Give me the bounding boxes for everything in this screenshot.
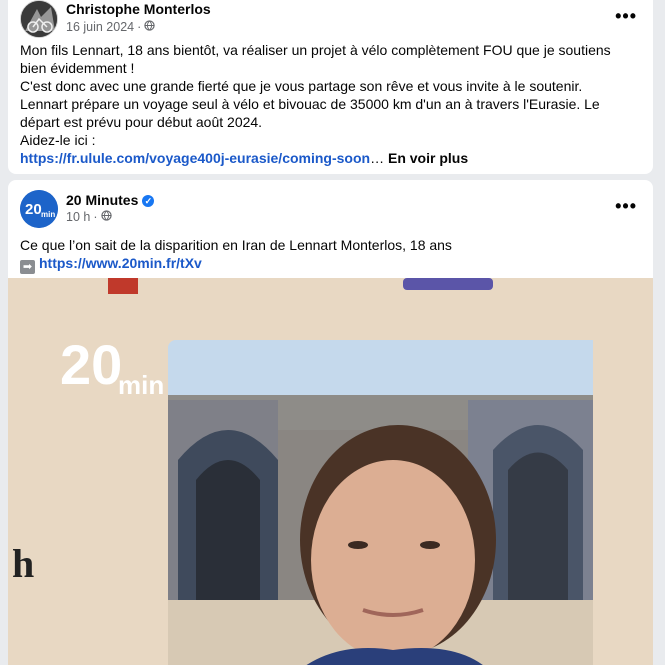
- globe-icon: [144, 20, 155, 34]
- text-line: Lennart prépare un voyage seul à vélo et…: [20, 96, 600, 112]
- right-arrow-icon: ➡: [20, 260, 35, 274]
- text-line: départ est prévu pour début août 2024.: [20, 114, 263, 130]
- post-meta: 10 h ·: [66, 210, 112, 224]
- verified-badge-icon: ✓: [142, 195, 155, 207]
- more-options-icon[interactable]: •••: [615, 6, 637, 27]
- author-avatar[interactable]: [20, 0, 58, 38]
- author-name[interactable]: 20 Minutes ✓: [66, 192, 155, 208]
- header-fragments: [108, 278, 493, 294]
- globe-icon: [100, 210, 112, 224]
- text-line: Mon fils Lennart, 18 ans bientôt, va réa…: [20, 42, 611, 58]
- post-text: Ce que l’on sait de la disparition en Ir…: [20, 236, 641, 274]
- avatar-logo-sub: min: [41, 210, 55, 219]
- article-link[interactable]: https://www.20min.fr/tXv: [39, 255, 202, 271]
- media-logo-main: 20: [60, 336, 122, 396]
- link-line: https://fr.ulule.com/voyage400j-eurasie/…: [20, 150, 469, 166]
- author-avatar[interactable]: 20 min: [20, 190, 58, 228]
- avatar-logo-text: 20: [25, 201, 42, 218]
- text-line: Ce que l’on sait de la disparition en Ir…: [20, 237, 452, 253]
- ulule-link[interactable]: https://fr.ulule.com/voyage400j-eurasie/…: [20, 150, 370, 166]
- media-logo-sub: min: [118, 370, 164, 400]
- article-image[interactable]: 20 min h: [8, 278, 653, 665]
- author-label: 20 Minutes: [66, 192, 139, 208]
- text-line: Aidez-le ici :: [20, 132, 96, 148]
- post-20minutes: 20 min 20 Minutes ✓ 10 h · ••• Ce que l’o…: [8, 180, 653, 665]
- link-line: ➡ https://www.20min.fr/tXv: [20, 254, 641, 274]
- text-line: bien évidemment !: [20, 60, 135, 76]
- more-options-icon[interactable]: •••: [615, 196, 637, 217]
- post-christophe: Christophe Monterlos 16 juin 2024 · ••• …: [8, 0, 653, 174]
- portrait-photo: [168, 340, 593, 665]
- overlay-letter: h: [12, 541, 35, 586]
- post-meta: 16 juin 2024 ·: [66, 20, 155, 34]
- post-date[interactable]: 16 juin 2024: [66, 20, 134, 34]
- see-more-button[interactable]: En voir plus: [388, 150, 468, 166]
- media-brand-logo: 20 min: [60, 336, 164, 400]
- author-name[interactable]: Christophe Monterlos: [66, 1, 211, 17]
- post-time[interactable]: 10 h: [66, 210, 90, 224]
- post-text: Mon fils Lennart, 18 ans bientôt, va réa…: [20, 41, 641, 167]
- text-line: C'est donc avec une grande fierté que je…: [20, 78, 583, 94]
